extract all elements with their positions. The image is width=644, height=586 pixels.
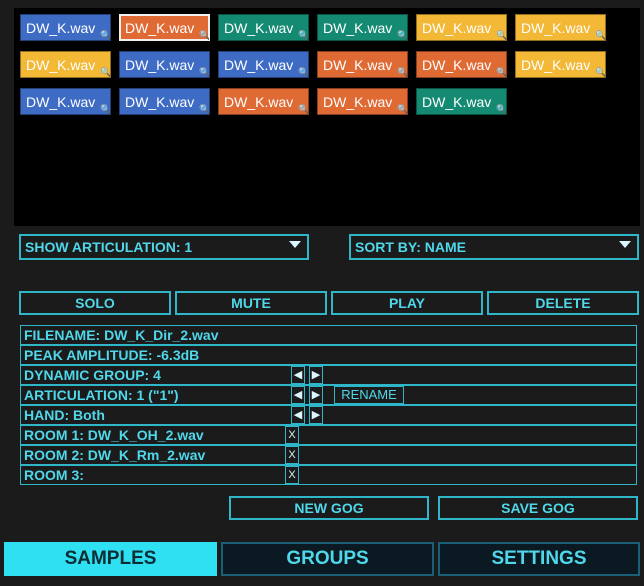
room-3-text: ROOM 3:: [24, 467, 84, 483]
arrow-right-icon: ▶: [311, 389, 321, 401]
sample-chip[interactable]: DW_K.wav 🔍: [119, 14, 210, 41]
hand-next-button[interactable]: ▶: [309, 406, 323, 424]
sample-chip[interactable]: DW_K.wav 🔍: [317, 14, 408, 41]
sample-chip[interactable]: DW_K.wav 🔍: [515, 14, 606, 41]
sample-chip[interactable]: DW_K.wav 🔍: [218, 51, 309, 78]
arrow-right-icon: ▶: [311, 409, 321, 421]
magnifier-icon: 🔍: [100, 67, 111, 77]
magnifier-icon: 🔍: [397, 67, 408, 77]
sort-by-label: SORT BY: NAME: [355, 239, 466, 255]
sample-label: DW_K.wav: [26, 94, 96, 110]
sample-label: DW_K.wav: [125, 94, 195, 110]
new-gog-button[interactable]: NEW GOG: [229, 496, 429, 520]
articulation-text: ARTICULATION: 1 ("1"): [24, 387, 179, 403]
sample-chip[interactable]: DW_K.wav 🔍: [416, 14, 507, 41]
magnifier-icon: 🔍: [496, 67, 507, 77]
sample-label: DW_K.wav: [422, 20, 492, 36]
articulation-row: ARTICULATION: 1 ("1") ◀ ▶ RENAME: [20, 385, 637, 405]
sample-label: DW_K.wav: [422, 57, 492, 73]
magnifier-icon: 🔍: [496, 30, 507, 40]
sample-label: DW_K.wav: [26, 20, 96, 36]
room-1-text: ROOM 1: DW_K_OH_2.wav: [24, 427, 204, 443]
chevron-down-icon: [619, 241, 631, 248]
sample-label: DW_K.wav: [26, 57, 96, 73]
sample-chip[interactable]: DW_K.wav 🔍: [317, 51, 408, 78]
sample-chip[interactable]: DW_K.wav 🔍: [20, 88, 111, 115]
room-3-clear-button[interactable]: X: [285, 466, 299, 484]
delete-button[interactable]: DELETE: [487, 291, 639, 315]
filename-row: FILENAME: DW_K_Dir_2.wav: [20, 325, 637, 345]
magnifier-icon: 🔍: [595, 30, 606, 40]
magnifier-icon: 🔍: [298, 104, 309, 114]
sample-chip[interactable]: DW_K.wav 🔍: [218, 14, 309, 41]
magnifier-icon: 🔍: [199, 67, 210, 77]
magnifier-icon: 🔍: [298, 30, 309, 40]
dynamic-group-text: DYNAMIC GROUP: 4: [24, 367, 161, 383]
rename-button[interactable]: RENAME: [334, 386, 404, 404]
hand-row: HAND: Both ◀ ▶: [20, 405, 637, 425]
peak-amplitude-text: PEAK AMPLITUDE: -6.3dB: [24, 347, 200, 363]
arrow-right-icon: ▶: [311, 369, 321, 381]
sort-by-dropdown[interactable]: SORT BY: NAME: [349, 234, 639, 260]
sample-pool: DW_K.wav 🔍 DW_K.wav 🔍 DW_K.wav 🔍 DW_K.wav 🔍 …: [14, 8, 640, 226]
sample-chip[interactable]: DW_K.wav 🔍: [20, 51, 111, 78]
sample-chip[interactable]: DW_K.wav 🔍: [20, 14, 111, 41]
sample-label: DW_K.wav: [224, 57, 294, 73]
arrow-left-icon: ◀: [293, 409, 303, 421]
magnifier-icon: 🔍: [397, 30, 408, 40]
sample-label: DW_K.wav: [125, 57, 195, 73]
sample-label: DW_K.wav: [422, 94, 492, 110]
sample-chip[interactable]: DW_K.wav 🔍: [416, 88, 507, 115]
show-articulation-label: SHOW ARTICULATION: 1: [25, 239, 193, 255]
sample-label: DW_K.wav: [224, 94, 294, 110]
arrow-left-icon: ◀: [293, 389, 303, 401]
dynamic-group-prev-button[interactable]: ◀: [291, 366, 305, 384]
articulation-next-button[interactable]: ▶: [309, 386, 323, 404]
sample-chip[interactable]: DW_K.wav 🔍: [119, 51, 210, 78]
hand-text: HAND: Both: [24, 407, 105, 423]
sample-label: DW_K.wav: [323, 20, 393, 36]
sample-chip[interactable]: DW_K.wav 🔍: [317, 88, 408, 115]
sample-chip[interactable]: DW_K.wav 🔍: [119, 88, 210, 115]
chevron-down-icon: [289, 241, 301, 248]
room-1-clear-button[interactable]: X: [285, 426, 299, 444]
tab-settings[interactable]: SETTINGS: [438, 542, 640, 576]
sample-label: DW_K.wav: [323, 94, 393, 110]
dynamic-group-row: DYNAMIC GROUP: 4 ◀ ▶: [20, 365, 637, 385]
tab-samples[interactable]: SAMPLES: [4, 542, 217, 576]
mute-button[interactable]: MUTE: [175, 291, 327, 315]
sample-label: DW_K.wav: [224, 20, 294, 36]
sample-label: DW_K.wav: [125, 20, 195, 36]
sample-chip[interactable]: DW_K.wav 🔍: [416, 51, 507, 78]
sample-chip[interactable]: DW_K.wav 🔍: [218, 88, 309, 115]
play-button[interactable]: PLAY: [331, 291, 483, 315]
articulation-prev-button[interactable]: ◀: [291, 386, 305, 404]
magnifier-icon: 🔍: [199, 104, 210, 114]
room-2-clear-button[interactable]: X: [285, 446, 299, 464]
magnifier-icon: 🔍: [100, 30, 111, 40]
arrow-left-icon: ◀: [293, 369, 303, 381]
sample-chip[interactable]: DW_K.wav 🔍: [515, 51, 606, 78]
solo-button[interactable]: SOLO: [19, 291, 171, 315]
peak-amplitude-row: PEAK AMPLITUDE: -6.3dB: [20, 345, 637, 365]
room-3-row: ROOM 3: X: [20, 465, 637, 485]
sample-label: DW_K.wav: [521, 57, 591, 73]
magnifier-icon: 🔍: [298, 67, 309, 77]
show-articulation-dropdown[interactable]: SHOW ARTICULATION: 1: [19, 234, 309, 260]
hand-prev-button[interactable]: ◀: [291, 406, 305, 424]
magnifier-icon: 🔍: [595, 67, 606, 77]
filename-text: FILENAME: DW_K_Dir_2.wav: [24, 327, 219, 343]
sample-label: DW_K.wav: [323, 57, 393, 73]
dynamic-group-next-button[interactable]: ▶: [309, 366, 323, 384]
save-gog-button[interactable]: SAVE GOG: [438, 496, 638, 520]
room-2-row: ROOM 2: DW_K_Rm_2.wav X: [20, 445, 637, 465]
tab-groups[interactable]: GROUPS: [221, 542, 434, 576]
sample-label: DW_K.wav: [521, 20, 591, 36]
magnifier-icon: 🔍: [496, 104, 507, 114]
magnifier-icon: 🔍: [100, 104, 111, 114]
magnifier-icon: 🔍: [397, 104, 408, 114]
magnifier-icon: 🔍: [199, 30, 210, 40]
room-2-text: ROOM 2: DW_K_Rm_2.wav: [24, 447, 206, 463]
room-1-row: ROOM 1: DW_K_OH_2.wav X: [20, 425, 637, 445]
